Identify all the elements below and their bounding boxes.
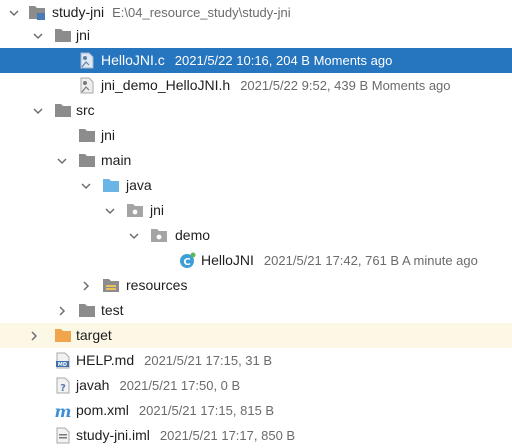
- tree-item-label: test: [101, 302, 124, 318]
- file-meta: 2021/5/21 17:42, 761 B A minute ago: [263, 253, 478, 268]
- package-icon: [150, 227, 168, 244]
- svg-text:MD: MD: [58, 362, 67, 368]
- tree-item-label: src: [76, 102, 95, 118]
- c-file-icon: [78, 52, 96, 69]
- file-meta: 2021/5/22 9:52, 439 B Moments ago: [240, 78, 451, 93]
- file-name: study-jni.iml: [76, 427, 150, 443]
- iml-file-icon: [54, 427, 72, 444]
- tree-item-label: main: [101, 152, 132, 168]
- tree-row-javah[interactable]: ? javah 2021/5/21 17:50, 0 B: [0, 373, 512, 398]
- folder-icon: [54, 27, 72, 44]
- header-file-icon: [78, 77, 96, 94]
- tree-row-help-md[interactable]: MD HELP.md 2021/5/21 17:15, 31 B: [0, 348, 512, 373]
- tree-row-src[interactable]: src: [0, 98, 512, 123]
- file-name: HelloJNI.c: [101, 52, 165, 68]
- file-name: jni_demo_HelloJNI.h: [101, 77, 231, 93]
- file-meta: 2021/5/21 17:50, 0 B: [119, 378, 241, 393]
- tree-row-study-jni-iml[interactable]: study-jni.iml 2021/5/21 17:17, 850 B: [0, 423, 512, 448]
- tree-row-jni-demo-h[interactable]: jni_demo_HelloJNI.h 2021/5/22 9:52, 439 B…: [0, 73, 512, 98]
- tree-item-label: java: [126, 177, 152, 193]
- root-name: study-jni: [52, 4, 105, 20]
- tree-item-label: jni: [76, 27, 91, 43]
- markdown-file-icon: MD: [54, 352, 72, 369]
- svg-text:m: m: [55, 402, 72, 419]
- chevron-down-icon[interactable]: [102, 198, 118, 223]
- chevron-down-icon[interactable]: [6, 0, 22, 25]
- file-meta: 2021/5/21 17:15, 815 B: [138, 403, 275, 418]
- folder-icon: [54, 102, 72, 119]
- file-meta: 2021/5/21 17:15, 31 B: [144, 353, 273, 368]
- tree-row-main[interactable]: main: [0, 148, 512, 173]
- folder-icon: [78, 302, 96, 319]
- chevron-down-icon[interactable]: [54, 148, 70, 173]
- file-name: pom.xml: [76, 402, 129, 418]
- file-name: HelloJNI: [201, 252, 254, 268]
- tree-row-study-jni[interactable]: study-jni E:\04_resource_study\study-jni: [0, 0, 512, 25]
- chevron-right-icon[interactable]: [26, 323, 42, 348]
- chevron-right-icon[interactable]: [54, 298, 70, 323]
- tree-row-hellojni-c[interactable]: HelloJNI.c 2021/5/22 10:16, 204 B Moments…: [0, 48, 512, 73]
- tree-row-pom-xml[interactable]: m pom.xml 2021/5/21 17:15, 815 B: [0, 398, 512, 423]
- excluded-folder-icon: [54, 327, 72, 344]
- file-name: HELP.md: [76, 352, 135, 368]
- tree-row-pkg-demo[interactable]: demo: [0, 223, 512, 248]
- tree-item-label: jni: [150, 202, 165, 218]
- tree-item-label: jni: [101, 127, 116, 143]
- resources-folder-icon: [102, 277, 120, 294]
- file-name: javah: [76, 377, 110, 393]
- svg-text:?: ?: [60, 383, 66, 394]
- root-path: E:\04_resource_study\study-jni: [112, 5, 291, 20]
- tree-row-hellojni-class[interactable]: C HelloJNI 2021/5/21 17:42, 761 B A minut…: [0, 248, 512, 273]
- tree-row-src-jni[interactable]: jni: [0, 123, 512, 148]
- file-meta: 2021/5/22 10:16, 204 B Moments ago: [174, 53, 393, 68]
- java-class-icon: C: [178, 252, 196, 269]
- chevron-down-icon[interactable]: [30, 98, 46, 123]
- unknown-file-icon: ?: [54, 377, 72, 394]
- tree-item-label: demo: [175, 227, 211, 243]
- tree-row-target[interactable]: target: [0, 323, 512, 348]
- chevron-right-icon[interactable]: [78, 273, 94, 298]
- file-meta: 2021/5/21 17:17, 850 B: [159, 428, 296, 443]
- tree-row-jni[interactable]: jni: [0, 23, 512, 48]
- folder-icon: [78, 152, 96, 169]
- chevron-down-icon[interactable]: [30, 23, 46, 48]
- tree-row-resources[interactable]: resources: [0, 273, 512, 298]
- svg-text:C: C: [183, 257, 190, 268]
- maven-file-icon: m: [54, 402, 72, 419]
- project-tree: study-jni E:\04_resource_study\study-jni …: [0, 0, 512, 444]
- tree-item-label: target: [76, 327, 112, 343]
- tree-row-test[interactable]: test: [0, 298, 512, 323]
- tree-item-label: resources: [126, 277, 188, 293]
- module-folder-icon: [28, 4, 46, 21]
- tree-row-pkg-jni[interactable]: jni: [0, 198, 512, 223]
- chevron-down-icon[interactable]: [126, 223, 142, 248]
- tree-row-java[interactable]: java: [0, 173, 512, 198]
- folder-icon: [78, 127, 96, 144]
- package-icon: [126, 202, 144, 219]
- source-root-icon: [102, 177, 120, 194]
- chevron-down-icon[interactable]: [78, 173, 94, 198]
